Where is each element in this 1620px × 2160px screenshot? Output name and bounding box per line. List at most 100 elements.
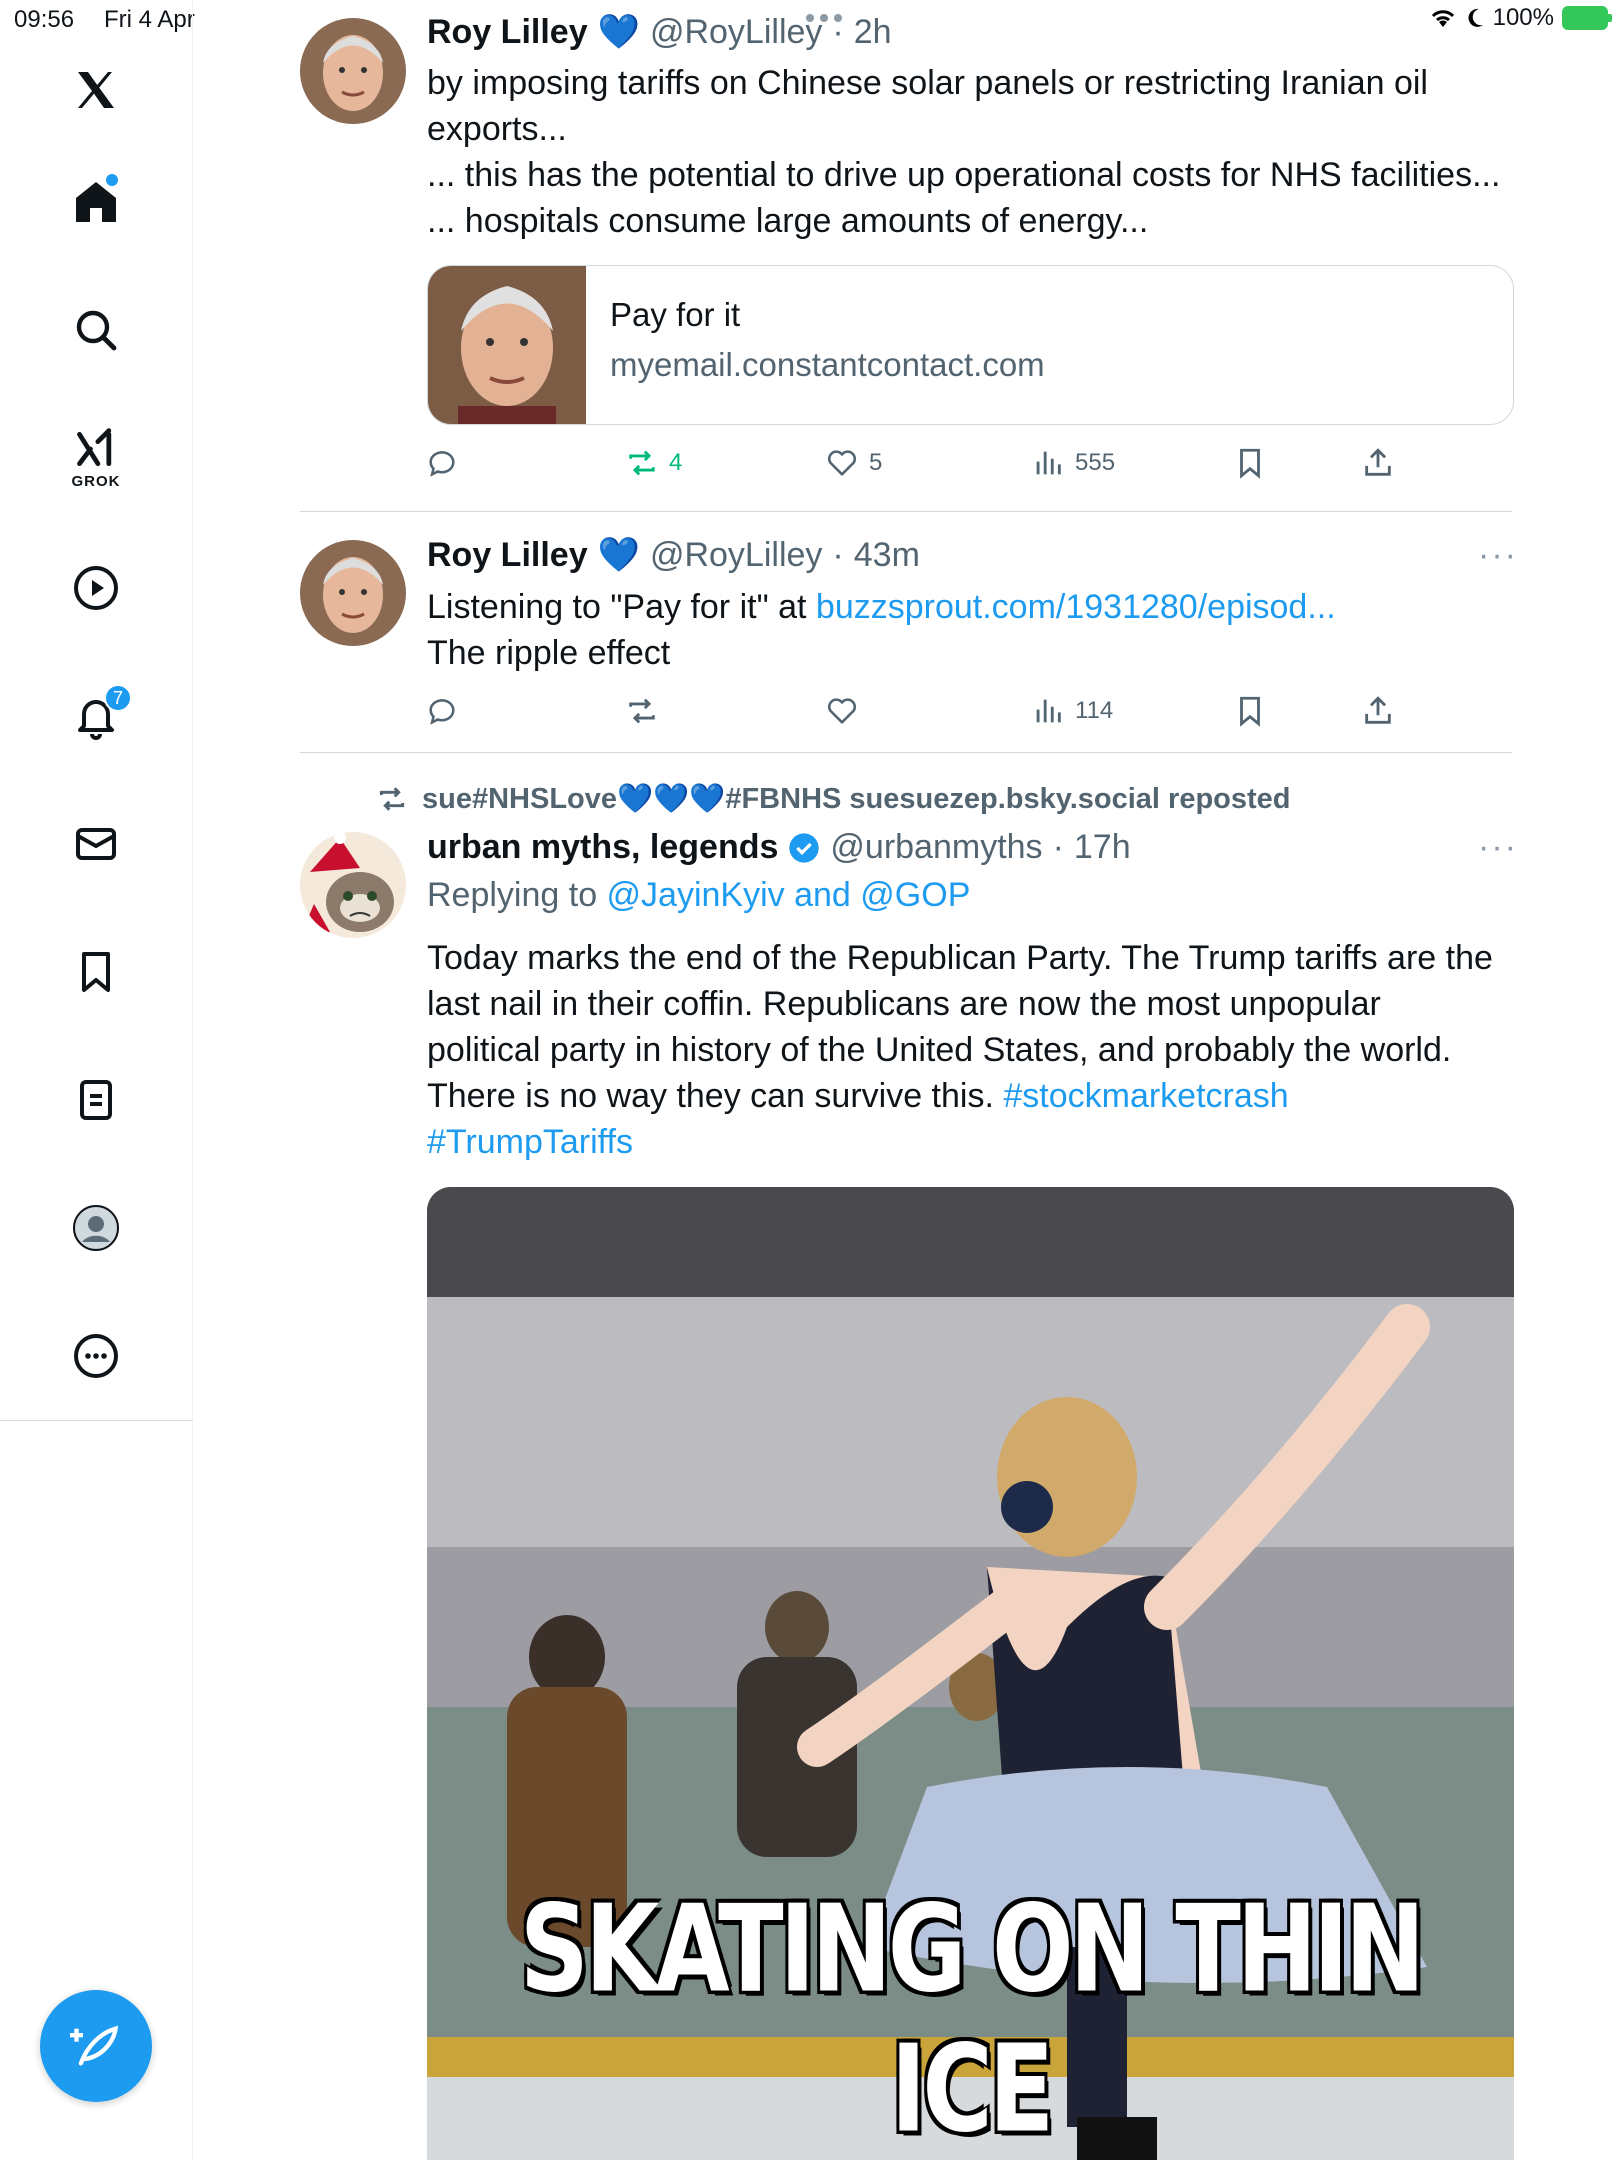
separator-dot: · bbox=[832, 12, 844, 51]
envelope-icon bbox=[76, 828, 116, 860]
views-button[interactable]: 555 bbox=[1031, 446, 1115, 480]
hashtag-link[interactable]: #TrumpTariffs bbox=[427, 1119, 1517, 1165]
grok-icon bbox=[77, 427, 112, 466]
more-circle-icon bbox=[74, 1334, 118, 1378]
post-header: Roy Lilley 💙 @RoyLilley · 2h bbox=[427, 12, 892, 52]
bookmark-button[interactable] bbox=[1233, 446, 1267, 480]
author-handle[interactable]: @urbanmyths bbox=[830, 828, 1042, 867]
share-button[interactable] bbox=[1361, 694, 1395, 728]
post-actions: 4 5 555 bbox=[425, 446, 1425, 486]
notification-count-badge: 7 bbox=[104, 684, 132, 712]
replying-to: Replying to @JayinKyiv and @GOP bbox=[427, 876, 970, 915]
bookmark-icon bbox=[1240, 696, 1260, 727]
sidebar-item-video[interactable] bbox=[56, 548, 136, 628]
post-more-button[interactable]: ··· bbox=[1478, 828, 1518, 867]
repost-icon bbox=[379, 787, 405, 811]
sidebar-item-search[interactable] bbox=[56, 290, 136, 370]
repost-icon bbox=[629, 698, 655, 724]
bookmark-button[interactable] bbox=[1233, 694, 1267, 728]
post-actions: 114 bbox=[425, 694, 1425, 734]
post-text-line: ... hospitals consume large amounts of e… bbox=[427, 202, 1149, 240]
battery-icon bbox=[1562, 6, 1612, 30]
post-body: Today marks the end of the Republican Pa… bbox=[427, 935, 1517, 1165]
post-divider bbox=[300, 511, 1512, 512]
heart-icon bbox=[827, 450, 857, 476]
link-card-domain: myemail.constantcontact.com bbox=[610, 346, 1045, 383]
post-text-line: last nail in their coffin. Republicans a… bbox=[427, 985, 1381, 1023]
author-name[interactable]: Roy Lilley bbox=[427, 536, 588, 575]
separator-dot: · bbox=[832, 535, 844, 574]
post-time[interactable]: 43m bbox=[854, 536, 920, 575]
status-indicators: 100% bbox=[1429, 4, 1612, 32]
view-count: 114 bbox=[1075, 697, 1114, 724]
sidebar-item-grok[interactable]: GROK bbox=[56, 418, 136, 498]
post-text-line: There is no way they can survive this. bbox=[427, 1077, 1004, 1115]
views-button[interactable]: 114 bbox=[1031, 694, 1113, 728]
author-avatar[interactable] bbox=[300, 18, 406, 124]
reply-button[interactable] bbox=[425, 694, 459, 728]
moon-icon bbox=[1468, 8, 1483, 27]
post-text-line: political party in history of the United… bbox=[427, 1031, 1452, 1069]
post-media-video[interactable]: SKATING ON THIN ICE bbox=[427, 1187, 1514, 2160]
views-chart-icon bbox=[1036, 451, 1061, 475]
post-text-line: ... this has the potential to drive up o… bbox=[427, 156, 1501, 194]
post-link[interactable]: buzzsprout.com/1931280/episod... bbox=[816, 588, 1336, 626]
like-button[interactable]: 5 bbox=[825, 446, 882, 480]
reply-icon bbox=[429, 699, 455, 725]
post-time[interactable]: 17h bbox=[1074, 828, 1131, 867]
verified-badge-icon bbox=[789, 832, 820, 863]
replying-to-users[interactable]: @JayinKyiv and @GOP bbox=[607, 876, 971, 914]
post-header: Roy Lilley 💙 @RoyLilley · 43m bbox=[427, 535, 920, 575]
battery-percent: 100% bbox=[1492, 4, 1554, 31]
author-handle[interactable]: @RoyLilley bbox=[650, 13, 822, 52]
compose-post-button[interactable] bbox=[40, 1990, 152, 2102]
sidebar-item-messages[interactable] bbox=[56, 804, 136, 884]
repost-banner: sue#NHSLove💙💙💙#FBNHS suesuezep.bsky.soci… bbox=[376, 782, 1291, 816]
grok-label: GROK bbox=[71, 472, 121, 490]
author-handle[interactable]: @RoyLilley bbox=[650, 536, 822, 575]
wifi-icon bbox=[1431, 10, 1454, 27]
share-button[interactable] bbox=[1361, 446, 1395, 480]
link-card-title: Pay for it bbox=[610, 296, 741, 333]
post-header: urban myths, legends @urbanmyths · 17h bbox=[427, 828, 1131, 867]
post-text-line: exports... bbox=[427, 110, 567, 148]
share-icon bbox=[1365, 448, 1391, 476]
post-body: by imposing tariffs on Chinese solar pan… bbox=[427, 60, 1517, 244]
author-avatar[interactable] bbox=[300, 540, 406, 646]
repost-button[interactable] bbox=[625, 694, 659, 728]
sidebar-item-more[interactable] bbox=[56, 1316, 136, 1396]
sidebar-item-profile[interactable] bbox=[56, 1188, 136, 1268]
post-body: Listening to "Pay for it" at buzzsprout.… bbox=[427, 584, 1517, 676]
sidebar-item-lists[interactable] bbox=[56, 1060, 136, 1140]
post-time[interactable]: 2h bbox=[854, 13, 892, 52]
x-logo-icon[interactable] bbox=[56, 50, 136, 130]
views-chart-icon bbox=[1036, 699, 1061, 723]
post-text-prefix: Listening to "Pay for it" at bbox=[427, 588, 816, 626]
post-more-button[interactable]: ··· bbox=[1478, 536, 1518, 575]
repost-count: 4 bbox=[669, 449, 683, 476]
repost-button[interactable]: 4 bbox=[625, 446, 682, 480]
bookmark-icon bbox=[1240, 448, 1260, 479]
profile-avatar-icon bbox=[73, 1205, 119, 1251]
author-avatar[interactable] bbox=[300, 832, 406, 938]
author-name[interactable]: Roy Lilley bbox=[427, 13, 588, 52]
heart-icon bbox=[827, 698, 857, 724]
repost-icon bbox=[629, 450, 655, 476]
sidebar-item-home[interactable] bbox=[56, 162, 136, 242]
author-name[interactable]: urban myths, legends bbox=[427, 828, 778, 867]
bookmark-icon bbox=[82, 952, 110, 992]
compose-feather-icon bbox=[70, 2025, 119, 2066]
replying-to-prefix: Replying to bbox=[427, 876, 607, 914]
reply-button[interactable] bbox=[425, 446, 459, 480]
sidebar-item-notifications[interactable]: 7 bbox=[56, 676, 136, 756]
home-unread-dot bbox=[106, 174, 118, 186]
link-card-thumbnail bbox=[428, 266, 586, 424]
hashtag-link[interactable]: #stockmarketcrash bbox=[1003, 1077, 1288, 1115]
link-card[interactable]: Pay for it myemail.constantcontact.com bbox=[427, 265, 1514, 425]
play-circle-icon bbox=[74, 566, 118, 610]
like-button[interactable] bbox=[825, 694, 859, 728]
media-caption-text: SKATING ON THIN ICE bbox=[519, 1879, 1425, 2159]
repost-banner-text[interactable]: sue#NHSLove💙💙💙#FBNHS suesuezep.bsky.soci… bbox=[422, 782, 1291, 816]
search-icon bbox=[76, 310, 117, 351]
sidebar-item-bookmarks[interactable] bbox=[56, 932, 136, 1012]
